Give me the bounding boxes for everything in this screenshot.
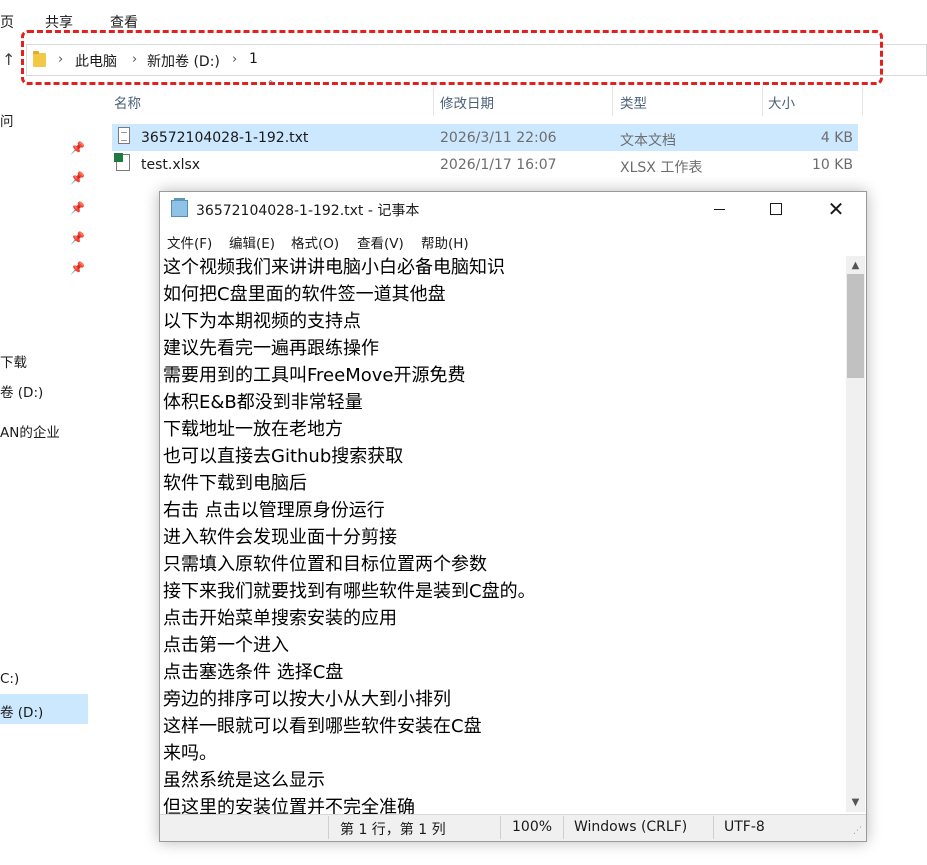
scroll-up-arrow-icon[interactable]: ▲ <box>846 256 865 274</box>
status-cursor-position: 第 1 行，第 1 列 <box>340 822 446 838</box>
nav-item-drive-c[interactable]: C:) <box>0 671 19 687</box>
text-line: 如何把C盘里面的软件签一道其他盘 <box>163 284 446 305</box>
notepad-text-area[interactable]: 这个视频我们来讲讲电脑小白必备电脑知识 如何把C盘里面的软件签一道其他盘 以下为本期… <box>160 255 846 814</box>
file-name[interactable]: test.xlsx <box>141 157 200 173</box>
text-line: 旁边的排序可以按大小从大到小排列 <box>163 689 451 710</box>
status-divider <box>713 816 714 839</box>
nav-item-partial[interactable]: 问 <box>0 110 14 130</box>
text-line: 软件下载到电脑后 <box>163 473 307 494</box>
text-line: 进入软件会发现业面十分剪接 <box>163 527 397 548</box>
text-line: 需要用到的工具叫FreeMove开源免费 <box>163 365 466 386</box>
pin-icon[interactable]: 📌 <box>70 141 85 155</box>
ribbon-tab-share[interactable]: 共享 <box>45 12 73 32</box>
up-arrow-icon[interactable]: ↑ <box>2 50 15 69</box>
pin-icon[interactable]: 📌 <box>70 231 85 245</box>
notepad-title: 36572104028-1-192.txt - 记事本 <box>196 203 420 219</box>
text-line: 建议先看完一遍再跟练操作 <box>163 338 379 359</box>
text-line: 以下为本期视频的支持点 <box>163 311 361 332</box>
close-icon: ✕ <box>827 197 845 221</box>
text-line: 这样一眼就可以看到哪些软件安装在C盘 <box>163 716 482 737</box>
excel-file-icon <box>114 153 130 171</box>
nav-item-drive-d[interactable]: 卷 (D:) <box>0 381 43 401</box>
text-line: 点击塞选条件 选择C盘 <box>163 662 344 683</box>
status-line-ending: Windows (CRLF) <box>574 819 688 835</box>
nav-item-drive-d-selected[interactable]: 卷 (D:) <box>0 701 43 721</box>
status-encoding: UTF-8 <box>724 819 765 835</box>
status-divider <box>500 816 501 839</box>
text-line: 接下来我们就要找到有哪些软件是装到C盘的。 <box>163 581 536 602</box>
nav-item-enterprise[interactable]: AN的企业 <box>0 421 60 441</box>
menu-edit[interactable]: 编辑(E) <box>229 232 275 252</box>
status-divider <box>328 816 329 839</box>
menu-view[interactable]: 查看(V) <box>357 232 404 252</box>
text-line: 只需填入原软件位置和目标位置两个参数 <box>163 554 487 575</box>
column-header-modified[interactable]: 修改日期 <box>440 92 494 112</box>
maximize-button[interactable] <box>753 194 799 224</box>
column-header-name[interactable]: 名称 <box>114 92 141 112</box>
text-line: 点击第一个进入 <box>163 635 289 656</box>
text-line: 也可以直接去Github搜索获取 <box>163 446 404 467</box>
notepad-icon <box>171 198 188 217</box>
sort-chevron-icon: ⌃ <box>266 78 276 91</box>
minimize-button[interactable] <box>696 194 742 224</box>
text-line: 点击开始菜单搜索安装的应用 <box>163 608 397 629</box>
minimize-icon <box>713 208 725 210</box>
text-line: 但这里的安装位置并不完全准确 <box>163 797 415 814</box>
pin-icon[interactable]: 📌 <box>70 261 85 275</box>
column-divider[interactable] <box>762 86 763 116</box>
text-file-icon <box>118 127 130 144</box>
file-modified: 2026/3/11 22:06 <box>440 130 557 146</box>
file-size: 4 KB <box>820 130 853 146</box>
pin-icon[interactable]: 📌 <box>70 171 85 185</box>
column-header-type[interactable]: 类型 <box>620 92 647 112</box>
text-line: 右击 点击以管理原身份运行 <box>163 500 385 521</box>
menu-file[interactable]: 文件(F) <box>167 232 212 252</box>
resize-grip-icon[interactable]: ⋰ <box>853 826 862 836</box>
column-divider[interactable] <box>862 86 863 116</box>
file-modified: 2026/1/17 16:07 <box>440 157 557 173</box>
file-type: XLSX 工作表 <box>620 160 703 176</box>
file-name[interactable]: 36572104028-1-192.txt <box>141 130 308 146</box>
text-line: 这个视频我们来讲讲电脑小白必备电脑知识 <box>163 257 505 278</box>
close-button[interactable]: ✕ <box>813 194 859 224</box>
scrollbar-thumb[interactable] <box>847 274 864 378</box>
text-line: 来吗。 <box>163 743 217 764</box>
address-highlight-annotation <box>21 30 883 85</box>
status-zoom: 100% <box>512 819 553 835</box>
text-line: 下载地址一放在老地方 <box>163 419 343 440</box>
column-divider[interactable] <box>433 86 434 116</box>
text-line: 体积E&B都没到非常轻量 <box>163 392 363 413</box>
ribbon-tab-view[interactable]: 查看 <box>110 12 138 32</box>
pin-icon[interactable]: 📌 <box>70 201 85 215</box>
nav-item-downloads[interactable]: 下载 <box>0 351 27 371</box>
file-size: 10 KB <box>811 157 853 173</box>
column-divider[interactable] <box>612 86 613 116</box>
menu-help[interactable]: 帮助(H) <box>421 232 469 252</box>
maximize-icon <box>770 203 782 215</box>
file-type: 文本文档 <box>620 133 676 149</box>
status-divider <box>563 816 564 839</box>
column-header-size[interactable]: 大小 <box>768 92 795 112</box>
ribbon-tab-home[interactable]: 页 <box>0 12 14 32</box>
scroll-down-arrow-icon[interactable]: ▼ <box>846 793 865 811</box>
text-line: 虽然系统是这么显示 <box>163 770 325 791</box>
menu-format[interactable]: 格式(O) <box>291 232 339 252</box>
